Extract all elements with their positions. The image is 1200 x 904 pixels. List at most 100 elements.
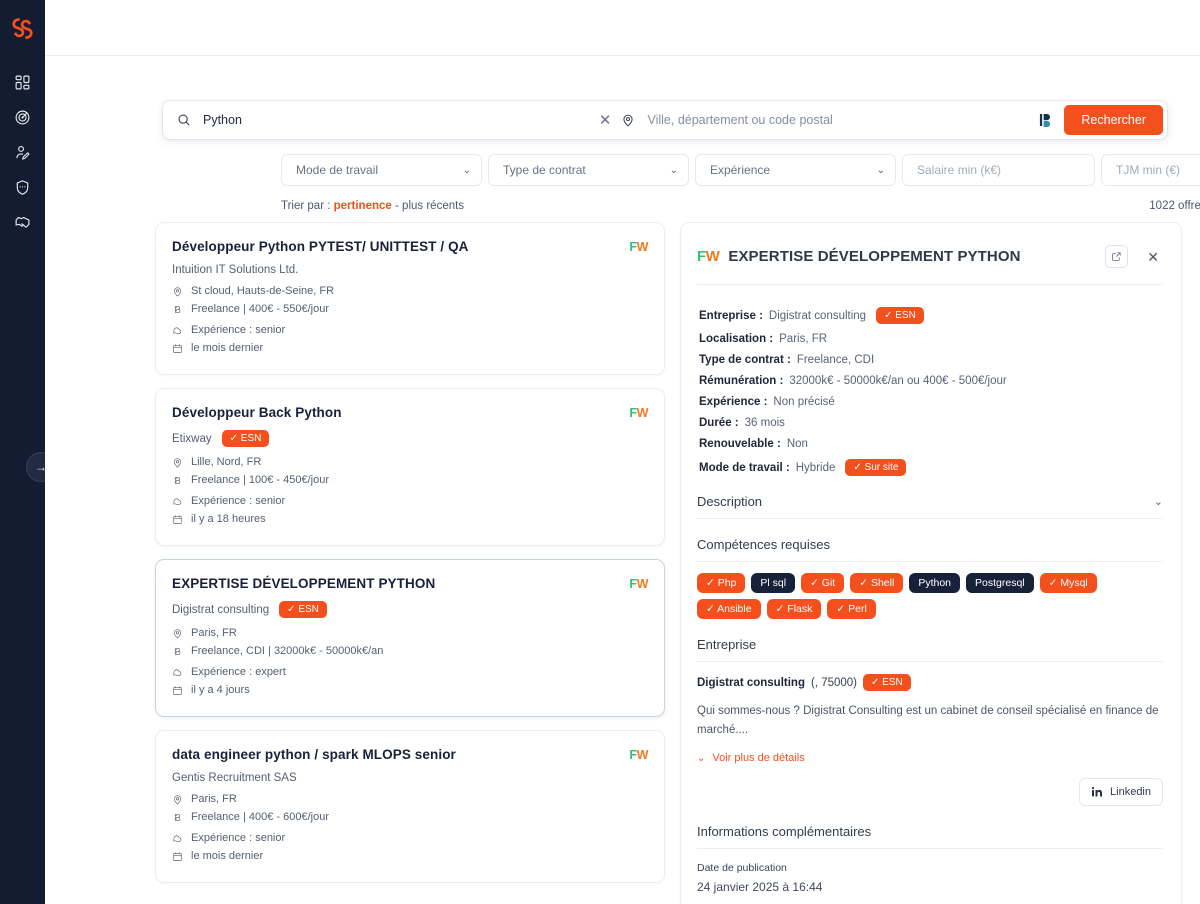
skill-tag[interactable]: ✓ Mysql: [1039, 573, 1097, 593]
esn-badge: ✓ ESN: [863, 674, 911, 691]
chevron-down-icon: ⌄: [669, 164, 678, 176]
close-panel-button[interactable]: ✕: [1137, 250, 1163, 264]
see-more-details-link[interactable]: ⌄ Voir plus de détails: [697, 740, 1163, 764]
location-pin-icon: [173, 286, 182, 297]
job-location-text: Paris, FR: [191, 627, 237, 639]
job-list: FW Développeur Python PYTEST/ UNITTEST /…: [155, 222, 665, 896]
skill-tag[interactable]: ✓ Perl: [827, 599, 876, 619]
fact-value: Hybride: [795, 461, 836, 474]
muscle-icon: [173, 497, 182, 505]
freework-logo-icon: [12, 17, 33, 39]
sidebar-item-profile[interactable]: [6, 140, 40, 164]
filter-mode-de-travail[interactable]: Mode de travail ⌄: [281, 154, 482, 186]
calendar-icon: [173, 851, 182, 861]
job-contract-text: Freelance, CDI | 32000k€ - 50000k€/an: [191, 645, 384, 657]
clear-search-icon[interactable]: ✕: [589, 113, 622, 128]
job-card-2[interactable]: FW EXPERTISE DÉVELOPPEMENT PYTHON Digist…: [155, 559, 665, 717]
fact-value: Paris, FR: [779, 333, 828, 345]
sidebar-item-security[interactable]: [6, 175, 40, 199]
job-contract: Freelance | 100€ - 450€/jour: [172, 474, 646, 486]
job-experience: Expérience : senior: [172, 324, 646, 336]
sort-option-recents[interactable]: plus récents: [402, 200, 464, 212]
chevron-down-icon[interactable]: ⌄: [1154, 495, 1163, 508]
location-pin-icon: [173, 628, 182, 639]
job-date: il y a 18 heures: [172, 513, 646, 525]
sidebar-item-dashboard[interactable]: [6, 70, 40, 94]
source-fw-icon: FW: [629, 577, 648, 591]
skill-tag[interactable]: ✓ Shell: [850, 573, 904, 593]
salaire-min-input[interactable]: [917, 163, 1084, 177]
skill-tag[interactable]: ✓ Flask: [766, 599, 822, 619]
job-company: Etixway: [172, 432, 212, 445]
linkedin-button[interactable]: Linkedin: [1079, 778, 1163, 806]
skill-tag[interactable]: Pl sql: [751, 573, 796, 593]
company-name: Digistrat consulting: [697, 676, 805, 689]
job-experience: Expérience : senior: [172, 495, 646, 507]
job-contract-text: Freelance | 100€ - 450€/jour: [191, 474, 329, 486]
search-button[interactable]: Rechercher: [1064, 105, 1164, 135]
skills-header: Compétences requises: [697, 537, 1163, 562]
sort-option-pertinence[interactable]: pertinence: [334, 200, 392, 212]
filter-experience[interactable]: Expérience ⌄: [695, 154, 896, 186]
skill-tag[interactable]: ✓ Ansible: [697, 599, 761, 619]
fact-label: Localisation :: [699, 333, 774, 345]
skill-tag[interactable]: ✓ Php: [697, 573, 746, 593]
sort-prefix: Trier par :: [281, 200, 331, 212]
main-area: Lucien Arbieu Python ⌄ ✕: [45, 0, 1200, 904]
company-section: Entreprise Digistrat consulting (, 75000…: [697, 637, 1163, 806]
tjm-min-input[interactable]: [1116, 163, 1200, 177]
job-location: Paris, FR: [172, 793, 646, 805]
location-pin-icon: [173, 794, 182, 805]
job-date-text: le mois dernier: [191, 850, 264, 862]
job-title: EXPERTISE DÉVELOPPEMENT PYTHON: [172, 576, 436, 591]
location-input[interactable]: [635, 113, 1034, 127]
search-section: ✕ Rechercher: [45, 56, 1200, 212]
sidebar-item-partners[interactable]: [6, 210, 40, 234]
app-logo[interactable]: [0, 0, 45, 56]
chevron-down-icon: ⌄: [462, 164, 471, 176]
external-link-icon: [1112, 252, 1121, 261]
info-heading: Informations complémentaires: [697, 824, 872, 839]
fact-value: Non précisé: [773, 396, 835, 408]
topbar: Lucien Arbieu Python ⌄: [45, 0, 1200, 56]
esn-badge: ✓ ESN: [876, 307, 924, 324]
job-location-text: Paris, FR: [191, 793, 237, 805]
search-input[interactable]: [191, 113, 589, 127]
filter-type-de-contrat[interactable]: Type de contrat ⌄: [488, 154, 689, 186]
shield-icon: [16, 179, 29, 195]
fact-renouvelable: Renouvelable : Non: [699, 438, 1163, 450]
analysed-label: Analysée: [697, 894, 1163, 904]
sort-row: Trier par : pertinence - plus récents 10…: [163, 186, 1200, 212]
skill-tag[interactable]: Postgresql: [966, 573, 1034, 593]
freework-mark-icon: [1033, 113, 1064, 127]
skills-section: Compétences requises ✓ Php Pl sql ✓ Git …: [697, 537, 1163, 619]
job-company: Intuition IT Solutions Ltd.: [172, 264, 299, 276]
results-columns: FW Développeur Python PYTEST/ UNITTEST /…: [45, 212, 1200, 904]
fact-experience: Expérience : Non précisé: [699, 396, 1163, 408]
job-contract-text: Freelance | 400€ - 550€/jour: [191, 303, 329, 315]
job-location: Paris, FR: [172, 627, 646, 639]
job-card-3[interactable]: FW data engineer python / spark MLOPS se…: [155, 730, 665, 883]
description-heading: Description: [697, 494, 763, 509]
job-location-text: Lille, Nord, FR: [191, 456, 262, 468]
filter-tjm-min[interactable]: [1101, 154, 1200, 186]
open-external-button[interactable]: [1105, 245, 1129, 268]
description-header[interactable]: Description ⌄: [697, 494, 1163, 519]
job-card-0[interactable]: FW Développeur Python PYTEST/ UNITTEST /…: [155, 222, 665, 375]
job-company: Gentis Recruitment SAS: [172, 772, 297, 784]
skill-tag[interactable]: Python: [909, 573, 961, 593]
job-contract: Freelance, CDI | 32000k€ - 50000k€/an: [172, 645, 646, 657]
fact-duree: Durée : 36 mois: [699, 417, 1163, 429]
company-header: Entreprise: [697, 637, 1163, 662]
search-icon: [177, 113, 191, 127]
sort-separator: -: [395, 200, 399, 212]
filter-salaire-min[interactable]: [902, 154, 1095, 186]
job-experience: Expérience : senior: [172, 832, 646, 844]
currency-icon: [174, 813, 181, 821]
job-card-1[interactable]: FW Développeur Back Python Etixway ✓ ESN…: [155, 388, 665, 546]
sur-site-badge: ✓ Sur site: [845, 459, 907, 476]
job-detail-panel: FW EXPERTISE DÉVELOPPEMENT PYTHON ✕ Entr…: [680, 222, 1182, 904]
source-fw-icon: FW: [697, 248, 720, 265]
sidebar-item-veille[interactable]: [6, 105, 40, 129]
skill-tag[interactable]: ✓ Git: [801, 573, 845, 593]
